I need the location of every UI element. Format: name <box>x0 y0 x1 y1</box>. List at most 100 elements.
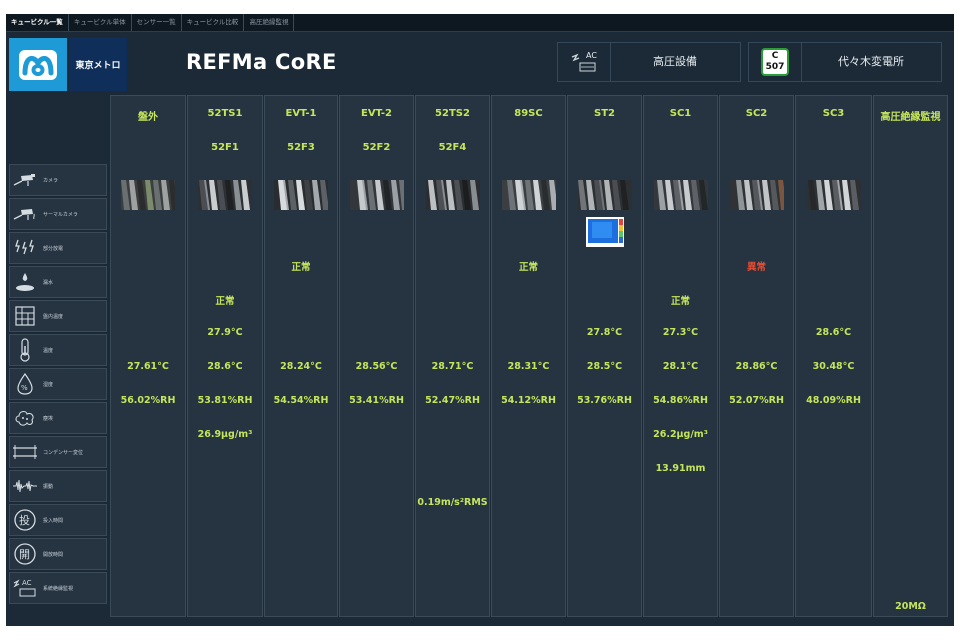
camera-thumbnail[interactable] <box>806 180 861 210</box>
panel-temperature-icon <box>10 301 40 331</box>
camera-thumbnail[interactable] <box>729 180 784 210</box>
sensor-value-humidity: 53.76%RH <box>577 395 632 406</box>
sensor-value-temp: 28.6°C <box>207 361 243 372</box>
station-label: 代々木変電所 <box>838 55 904 68</box>
cubicle-name[interactable]: 高圧絶縁監視 <box>874 108 947 123</box>
sensor-label-vibration: 振動 <box>43 483 54 490</box>
sensor-value-humidity: 54.12%RH <box>501 395 556 406</box>
thermal-image[interactable] <box>585 217 624 247</box>
cubicle-column[interactable]: 52TS2 52F4 28.71°C 52.47%RH 0.19m/s²RMS <box>415 95 490 617</box>
sensor-row-partial-discharge[interactable]: 部分放電 <box>9 232 107 264</box>
cubicle-column[interactable]: ST2 27.8°C 28.5°C 53.76%RH <box>567 95 642 617</box>
svg-text:%: % <box>21 384 28 392</box>
cubicle-sub-name: 52F4 <box>438 142 467 153</box>
sensor-value-pd: 正常 <box>518 262 538 273</box>
sensor-row-water-leak[interactable]: 漏水 <box>9 266 107 298</box>
sensor-row-thermal-camera[interactable]: サーマルカメラ <box>9 198 107 230</box>
sensor-row-dust[interactable]: 塵埃 <box>9 402 107 434</box>
sensor-label-partial-discharge: 部分放電 <box>43 245 64 252</box>
sensor-label-humidity: 湿度 <box>43 381 54 388</box>
sensor-label-temperature: 温度 <box>43 347 54 354</box>
sensor-row-capacitor[interactable]: コンデンサー変位 <box>9 436 107 468</box>
insulation-icon: AC <box>10 573 40 603</box>
metro-logo-icon <box>19 49 57 80</box>
svg-text:投: 投 <box>19 513 30 527</box>
tab-insulation-monitor[interactable]: 高圧絶縁監視 <box>244 14 295 31</box>
cubicle-column[interactable]: SC1 正常 27.3°C 28.1°C 54.86%RH 26.2μg/m³ 13.91m… <box>643 95 718 617</box>
sensor-value-capacitor: 13.91mm <box>655 463 706 474</box>
cubicle-column[interactable]: SC3 28.6°C 30.48°C 48.09%RH <box>795 95 872 617</box>
brand-name-box: 東京メトロ <box>69 38 127 91</box>
sensor-row-humidity[interactable]: % 湿度 <box>9 368 107 400</box>
camera-thumbnail[interactable] <box>653 180 708 210</box>
tab-cubicle-list[interactable]: キュービクル一覧 <box>6 14 69 31</box>
equipment-type-label: 高圧設備 <box>653 55 697 68</box>
cubicle-name[interactable]: SC1 <box>644 108 717 119</box>
sensor-row-panel-temperature[interactable]: 盤内温度 <box>9 300 107 332</box>
sensor-label-water-leak: 漏水 <box>43 279 54 286</box>
cubicle-column[interactable]: 高圧絶縁監視 20MΩ <box>873 95 948 617</box>
humidity-icon: % <box>10 369 40 399</box>
station-code-badge: C 507 <box>749 43 802 81</box>
sensor-row-temperature[interactable]: 温度 <box>9 334 107 366</box>
sensor-row-vibration[interactable]: 振動 <box>9 470 107 502</box>
sensor-value-humidity: 53.81%RH <box>197 395 253 406</box>
sensor-value-humidity: 52.47%RH <box>425 395 480 406</box>
ac-equipment-icon: AC <box>558 43 611 81</box>
cubicle-sub-name: 52F2 <box>362 142 391 153</box>
sensor-value-temp: 27.61°C <box>127 361 169 372</box>
sensor-value-temp: 28.24°C <box>280 361 322 372</box>
tab-cubicle-compare[interactable]: キュービクル比較 <box>182 14 245 31</box>
camera-thumbnail[interactable] <box>274 180 328 210</box>
sensor-row-insulation[interactable]: AC 系統絶縁監視 <box>9 572 107 604</box>
cubicle-name[interactable]: EVT-2 <box>340 108 413 119</box>
vibration-icon <box>10 471 40 501</box>
cubicle-column[interactable]: 52TS1 52F1 正常 27.9°C 28.6°C 53.81%RH 26.9μg/m³ <box>187 95 263 617</box>
equipment-type-box[interactable]: AC 高圧設備 <box>557 42 741 82</box>
camera-thumbnail[interactable] <box>198 180 252 210</box>
cubicle-name[interactable]: ST2 <box>568 108 641 119</box>
cubicle-name[interactable]: 89SC <box>492 108 565 119</box>
cubicle-sub-name: 52F1 <box>211 142 239 153</box>
sensor-value-panel-temp: 28.6°C <box>815 327 852 338</box>
insulation-ac-text: AC <box>22 579 32 587</box>
sensor-value-panel-temp: 27.3°C <box>662 327 699 338</box>
cubicle-sub-name: 52F3 <box>287 142 315 153</box>
sensor-value-pd: 正常 <box>291 262 311 273</box>
station-code-number: 507 <box>765 62 785 72</box>
tab-cubicle-single[interactable]: キュービクル単体 <box>69 14 132 31</box>
sensor-row-close-time[interactable]: 投 投入時間 <box>9 504 107 536</box>
sensor-row-camera[interactable]: カメラ <box>9 164 107 196</box>
sensor-value-temp: 28.71°C <box>431 361 474 372</box>
cubicle-name[interactable]: 52TS2 <box>416 108 489 119</box>
camera-thumbnail[interactable] <box>121 180 175 210</box>
camera-thumbnail[interactable] <box>349 180 404 210</box>
cubicle-name[interactable]: 盤外 <box>111 108 185 123</box>
camera-thumbnail[interactable] <box>425 180 480 210</box>
sensor-value-temp: 28.86°C <box>735 361 778 372</box>
app-window: キュービクル一覧 キュービクル単体 センサー一覧 キュービクル比較 高圧絶縁監視… <box>6 14 954 626</box>
camera-thumbnail[interactable] <box>577 180 632 210</box>
sensor-value-insulation: 20MΩ <box>895 601 926 612</box>
tab-sensor-list[interactable]: センサー一覧 <box>132 14 182 31</box>
cubicle-column[interactable]: 89SC 正常 28.31°C 54.12%RH <box>491 95 566 617</box>
cubicle-column[interactable]: EVT-2 52F2 28.56°C 53.41%RH <box>339 95 414 617</box>
cubicle-name[interactable]: SC2 <box>720 108 793 119</box>
camera-thumbnail[interactable] <box>501 180 556 210</box>
svg-text:開: 開 <box>19 548 30 561</box>
cubicle-name[interactable]: SC3 <box>796 108 871 119</box>
cubicle-column[interactable]: 盤外 27.61°C 56.02%RH <box>110 95 186 617</box>
sensor-value-panel-temp: 27.8°C <box>586 327 623 338</box>
thermometer-icon <box>10 335 40 365</box>
sensor-value-temp: 28.1°C <box>662 361 699 372</box>
station-code-letter: C <box>771 51 779 61</box>
cubicle-column[interactable]: EVT-1 52F3 正常 28.24°C 54.54%RH <box>264 95 338 617</box>
sensor-row-open-time[interactable]: 開 開放時間 <box>9 538 107 570</box>
cubicle-name[interactable]: EVT-1 <box>265 108 337 119</box>
sensor-value-humidity: 48.09%RH <box>806 395 861 406</box>
cubicle-name[interactable]: 52TS1 <box>188 108 262 119</box>
brand-name: 東京メトロ <box>75 61 121 71</box>
top-navigation: キュービクル一覧 キュービクル単体 センサー一覧 キュービクル比較 高圧絶縁監視 <box>6 14 954 32</box>
cubicle-column[interactable]: SC2 異常 28.86°C 52.07%RH <box>719 95 794 617</box>
station-box[interactable]: C 507 代々木変電所 <box>748 42 942 82</box>
